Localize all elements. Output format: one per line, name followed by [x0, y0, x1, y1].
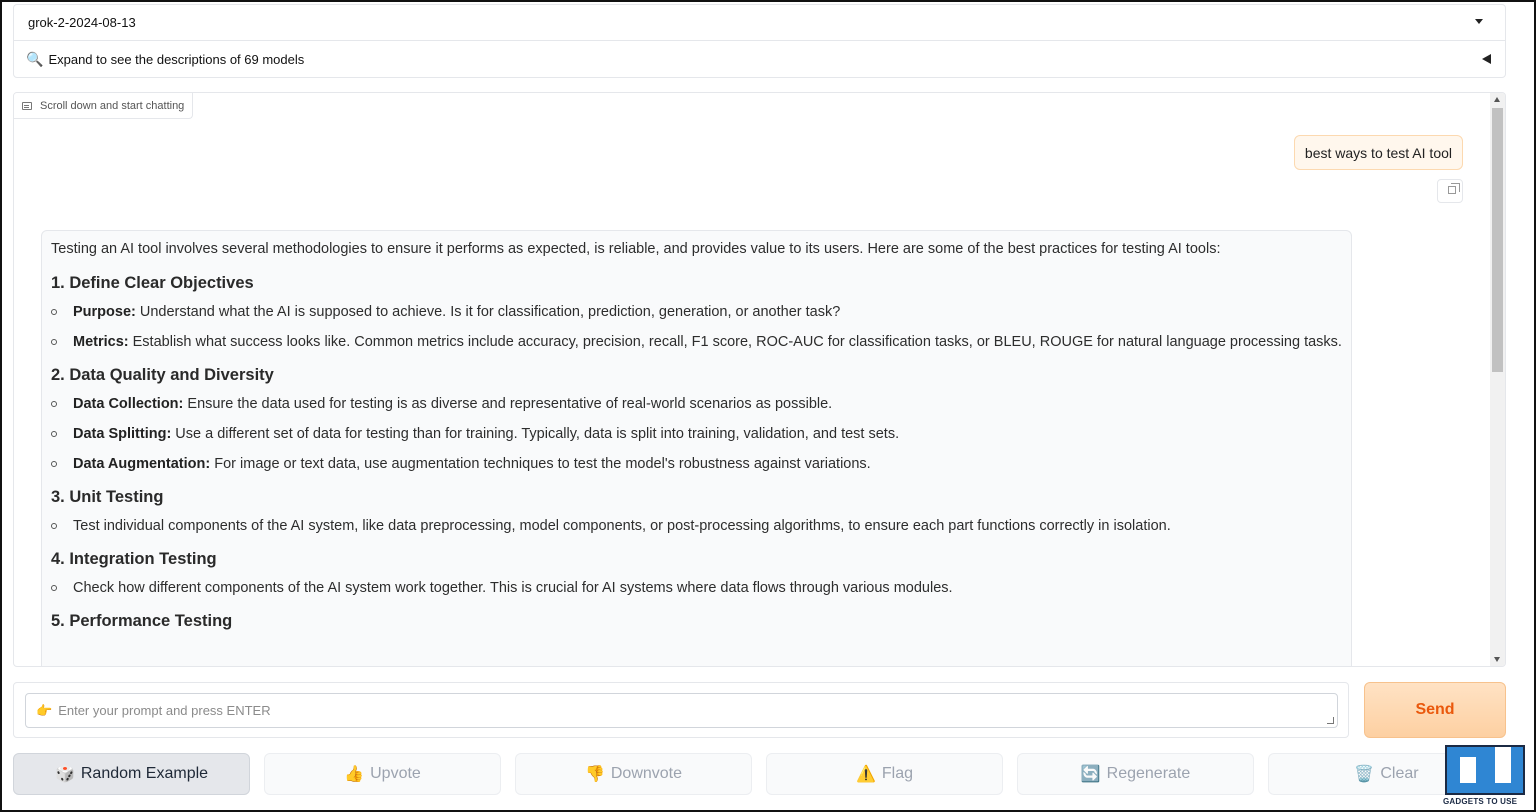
- dice-icon: 🎲: [54, 766, 75, 783]
- item-label: Purpose:: [73, 304, 136, 320]
- flag-button[interactable]: ⚠️ Flag: [766, 753, 1003, 795]
- bot-message: Testing an AI tool involves several meth…: [41, 230, 1352, 666]
- section-list: Data Collection: Ensure the data used fo…: [51, 394, 1342, 474]
- section-heading: 3. Unit Testing: [51, 488, 164, 506]
- logo-mark: [1445, 745, 1525, 795]
- button-label: Flag: [881, 765, 914, 782]
- chevron-down-icon[interactable]: [1475, 19, 1483, 24]
- regenerate-button[interactable]: 🔄 Regenerate: [1017, 753, 1254, 795]
- item-label: Data Collection:: [73, 396, 184, 412]
- accordion-label: Expand to see the descriptions of 69 mod…: [48, 51, 305, 67]
- copy-icon: [1448, 183, 1460, 194]
- resize-handle-icon[interactable]: [1327, 717, 1334, 724]
- list-item: Data Augmentation: For image or text dat…: [51, 454, 1342, 474]
- section-list: Purpose: Understand what the AI is suppo…: [51, 302, 1342, 352]
- list-item: Check how different components of the AI…: [51, 578, 1342, 598]
- user-message-text: best ways to test AI tool: [1304, 144, 1452, 161]
- item-text: For image or text data, use augmentation…: [210, 456, 871, 472]
- item-label: Metrics:: [73, 334, 129, 350]
- prompt-container: 👉: [13, 682, 1349, 738]
- button-label: Random Example: [80, 765, 209, 782]
- logo-text: GADGETS TO USE: [1443, 797, 1518, 806]
- list-item: Test individual components of the AI sys…: [51, 516, 1342, 536]
- list-item: Data Collection: Ensure the data used fo…: [51, 394, 1342, 414]
- refresh-icon: 🔄: [1080, 766, 1101, 783]
- scroll-down-icon[interactable]: [1494, 657, 1500, 662]
- button-label: Regenerate: [1106, 765, 1191, 782]
- list-item: Metrics: Establish what success looks li…: [51, 332, 1342, 352]
- gadgets-to-use-logo: GADGETS TO USE: [1443, 745, 1529, 809]
- prompt-input[interactable]: [58, 703, 1259, 718]
- list-item: Purpose: Understand what the AI is suppo…: [51, 302, 1342, 322]
- model-descriptions-accordion[interactable]: 🔍 Expand to see the descriptions of 69 m…: [13, 40, 1506, 78]
- section-heading: 2. Data Quality and Diversity: [51, 366, 274, 384]
- item-text: Establish what success looks like. Commo…: [128, 334, 1342, 350]
- chat-icon: [22, 101, 32, 110]
- trash-icon: 🗑️: [1354, 766, 1375, 783]
- chatbot-label-text: Scroll down and start chatting: [40, 99, 185, 112]
- scrollbar-thumb[interactable]: [1492, 108, 1503, 372]
- thumbs-up-icon: 👍: [344, 766, 365, 783]
- item-text: Test individual components of the AI sys…: [73, 518, 1171, 534]
- section-list: Test individual components of the AI sys…: [51, 516, 1342, 536]
- pointing-hand-icon: 👉: [36, 702, 53, 718]
- model-dropdown-value: grok-2-2024-08-13: [28, 15, 136, 30]
- button-label: Downvote: [610, 765, 683, 782]
- prompt-textbox[interactable]: 👉: [25, 693, 1338, 728]
- button-label: Clear: [1380, 765, 1419, 782]
- button-label: Upvote: [370, 765, 421, 782]
- bot-intro: Testing an AI tool involves several meth…: [51, 241, 1221, 257]
- section-heading: 1. Define Clear Objectives: [51, 274, 254, 292]
- magnifier-icon: 🔍: [26, 50, 44, 67]
- warning-icon: ⚠️: [855, 766, 876, 783]
- model-dropdown[interactable]: grok-2-2024-08-13: [13, 4, 1506, 40]
- random-example-button[interactable]: 🎲 Random Example: [13, 753, 250, 795]
- item-text: Understand what the AI is supposed to ac…: [135, 304, 841, 320]
- item-text: Check how different components of the AI…: [73, 580, 953, 596]
- item-text: Use a different set of data for testing …: [171, 426, 900, 442]
- section-list: Check how different components of the AI…: [51, 578, 1342, 598]
- list-item: Data Splitting: Use a different set of d…: [51, 424, 1342, 444]
- send-button[interactable]: Send: [1364, 682, 1506, 738]
- item-label: Data Splitting:: [73, 426, 172, 442]
- thumbs-down-icon: 👎: [584, 766, 605, 783]
- chatbot-panel: Scroll down and start chatting best ways…: [13, 92, 1506, 667]
- scroll-up-icon[interactable]: [1494, 97, 1500, 102]
- item-text: Ensure the data used for testing is as d…: [183, 396, 833, 412]
- chatbot-label: Scroll down and start chatting: [14, 93, 194, 119]
- section-heading: 5. Performance Testing: [51, 612, 233, 630]
- upvote-button[interactable]: 👍 Upvote: [264, 753, 501, 795]
- chat-scrollbar[interactable]: [1490, 93, 1505, 666]
- copy-button[interactable]: [1437, 179, 1463, 203]
- item-label: Data Augmentation:: [73, 456, 211, 472]
- section-heading: 4. Integration Testing: [51, 550, 217, 568]
- downvote-button[interactable]: 👎 Downvote: [515, 753, 752, 795]
- user-message: best ways to test AI tool: [1293, 135, 1463, 170]
- collapse-arrow-icon[interactable]: [1482, 54, 1491, 64]
